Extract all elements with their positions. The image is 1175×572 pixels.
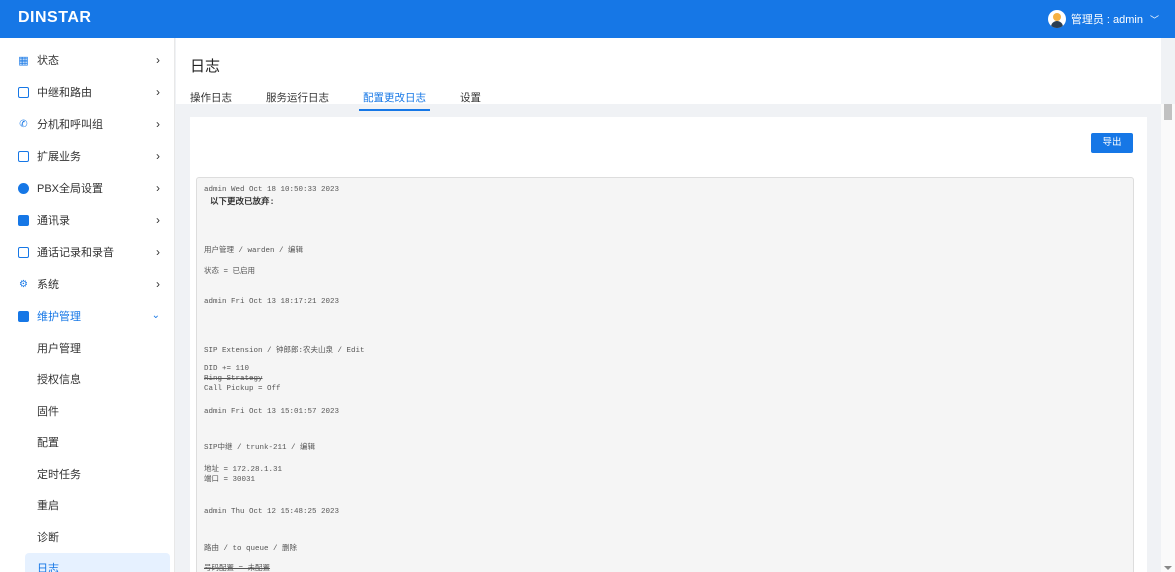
sidebar-subitem-firmware[interactable]: 固件 — [0, 395, 174, 427]
logo: DINSTAR — [18, 9, 92, 26]
log-line: Ring Strategy — [204, 375, 263, 383]
log-line: SIP中继 / trunk-211 / 编辑 — [204, 444, 316, 452]
sidebar-item-label: 维护管理 — [37, 311, 81, 323]
tab-bar: 操作日志 服务运行日志 配置更改日志 设置 — [190, 90, 515, 111]
user-menu[interactable]: 管理员 : admin ﹀ — [1047, 10, 1159, 28]
sidebar-item-label: 分机和呼叫组 — [37, 119, 103, 131]
chevron-down-icon: ﹀ — [1149, 14, 1159, 25]
sidebar-item-extensions[interactable]: ✆ 分机和呼叫组 › — [0, 108, 174, 140]
sidebar-subitem-config[interactable]: 配置 — [0, 427, 174, 459]
log-line: admin Thu Oct 12 15:48:25 2023 — [204, 508, 340, 516]
top-bar: DINSTAR 管理员 : admin ﹀ — [0, 0, 1175, 38]
sidebar-item-pbx-settings[interactable]: PBX全局设置 › — [0, 172, 174, 204]
sidebar-item-system[interactable]: ⚙ 系统 › — [0, 268, 174, 300]
sidebar-item-label: 扩展业务 — [37, 151, 81, 163]
chevron-right-icon: › — [156, 213, 160, 227]
chevron-right-icon: › — [156, 245, 160, 259]
sidebar-subitem-diagnostics[interactable]: 诊断 — [0, 521, 174, 553]
sidebar-item-trunks-routes[interactable]: 中继和路由 › — [0, 76, 174, 108]
sidebar-subitem-user-management[interactable]: 用户管理 — [0, 332, 174, 364]
sidebar-item-label: 中继和路由 — [37, 87, 92, 99]
sidebar-subitem-reboot[interactable]: 重启 — [0, 490, 174, 522]
sidebar-subitem-logs[interactable]: 日志 — [25, 552, 170, 572]
record-icon — [18, 246, 29, 258]
phone-icon: ✆ — [19, 118, 28, 130]
log-line: SIP Extension / 钟郎郎:农夫山泉 / Edit — [204, 347, 365, 355]
log-line: admin Fri Oct 13 15:01:57 2023 — [204, 408, 340, 416]
avatar-icon — [1047, 10, 1066, 28]
sidebar-item-contacts[interactable]: 通讯录 › — [0, 204, 174, 236]
page-scrollbar[interactable] — [1161, 104, 1175, 572]
user-label: 管理员 : admin — [1070, 14, 1143, 26]
scrollbar-thumb[interactable] — [1164, 104, 1172, 120]
sidebar-subitem-scheduled-tasks[interactable]: 定时任务 — [0, 458, 174, 490]
chevron-right-icon: › — [156, 181, 160, 195]
log-card: 导出 admin Wed Oct 18 10:50:33 2023 以下更改已放… — [190, 117, 1147, 572]
tab-settings[interactable]: 设置 — [460, 90, 481, 108]
log-line: 号码配置 = 未配置 — [204, 565, 271, 572]
sidebar-item-label: 状态 — [37, 55, 59, 67]
sidebar-item-label: 通话记录和录音 — [37, 247, 114, 259]
sidebar-item-extended-services[interactable]: 扩展业务 › — [0, 140, 174, 172]
chevron-down-icon: ⌄ — [151, 310, 160, 321]
extension-icon — [18, 150, 29, 162]
log-line: 状态 = 已启用 — [204, 268, 256, 276]
config-log-textarea[interactable]: admin Wed Oct 18 10:50:33 2023 以下更改已放弃: … — [196, 177, 1134, 572]
log-line: 路由 / to queue / 删除 — [204, 545, 298, 553]
globe-icon — [18, 182, 29, 194]
sidebar-item-label: 系统 — [37, 279, 59, 291]
tab-operation-log[interactable]: 操作日志 — [190, 90, 232, 108]
trunk-icon — [18, 86, 29, 98]
scroll-down-icon[interactable] — [1164, 566, 1172, 570]
sidebar-item-call-records[interactable]: 通话记录和录音 › — [0, 236, 174, 268]
chevron-right-icon: › — [156, 53, 160, 67]
chevron-right-icon: › — [156, 117, 160, 131]
main-content: 日志 操作日志 服务运行日志 配置更改日志 设置 导出 admin Wed Oc… — [176, 38, 1175, 572]
chevron-right-icon: › — [156, 277, 160, 291]
page-title: 日志 — [190, 58, 221, 75]
contacts-icon — [18, 214, 29, 226]
log-line: admin Wed Oct 18 10:50:33 2023 — [204, 186, 340, 194]
gear-icon: ⚙ — [19, 278, 28, 290]
chevron-right-icon: › — [156, 149, 160, 163]
log-line: admin Fri Oct 13 18:17:21 2023 — [204, 298, 340, 306]
log-line: 用户管理 / warden / 编辑 — [204, 247, 304, 255]
dashboard-icon: ▦ — [18, 54, 29, 67]
sidebar: ▦ 状态 › 中继和路由 › ✆ 分机和呼叫组 › 扩展业务 › PBX全局设置… — [0, 38, 175, 572]
sidebar-item-maintenance[interactable]: 维护管理 ⌄ — [0, 300, 174, 332]
log-line: 端口 = 30031 — [204, 476, 256, 484]
log-line: 以下更改已放弃: — [210, 197, 275, 207]
chevron-right-icon: › — [156, 85, 160, 99]
sidebar-subitem-license[interactable]: 授权信息 — [0, 364, 174, 396]
maintenance-icon — [18, 310, 29, 322]
log-line: Call Pickup = Off — [204, 385, 281, 393]
export-button[interactable]: 导出 — [1091, 133, 1133, 153]
tab-service-log[interactable]: 服务运行日志 — [266, 90, 329, 108]
sidebar-item-label: 通讯录 — [37, 215, 70, 227]
sidebar-item-label: PBX全局设置 — [37, 183, 104, 195]
tab-config-change-log[interactable]: 配置更改日志 — [359, 90, 430, 111]
log-line: DID += 110 — [204, 365, 250, 373]
page-header: 日志 操作日志 服务运行日志 配置更改日志 设置 — [176, 38, 1161, 111]
sidebar-item-status[interactable]: ▦ 状态 › — [0, 44, 174, 76]
